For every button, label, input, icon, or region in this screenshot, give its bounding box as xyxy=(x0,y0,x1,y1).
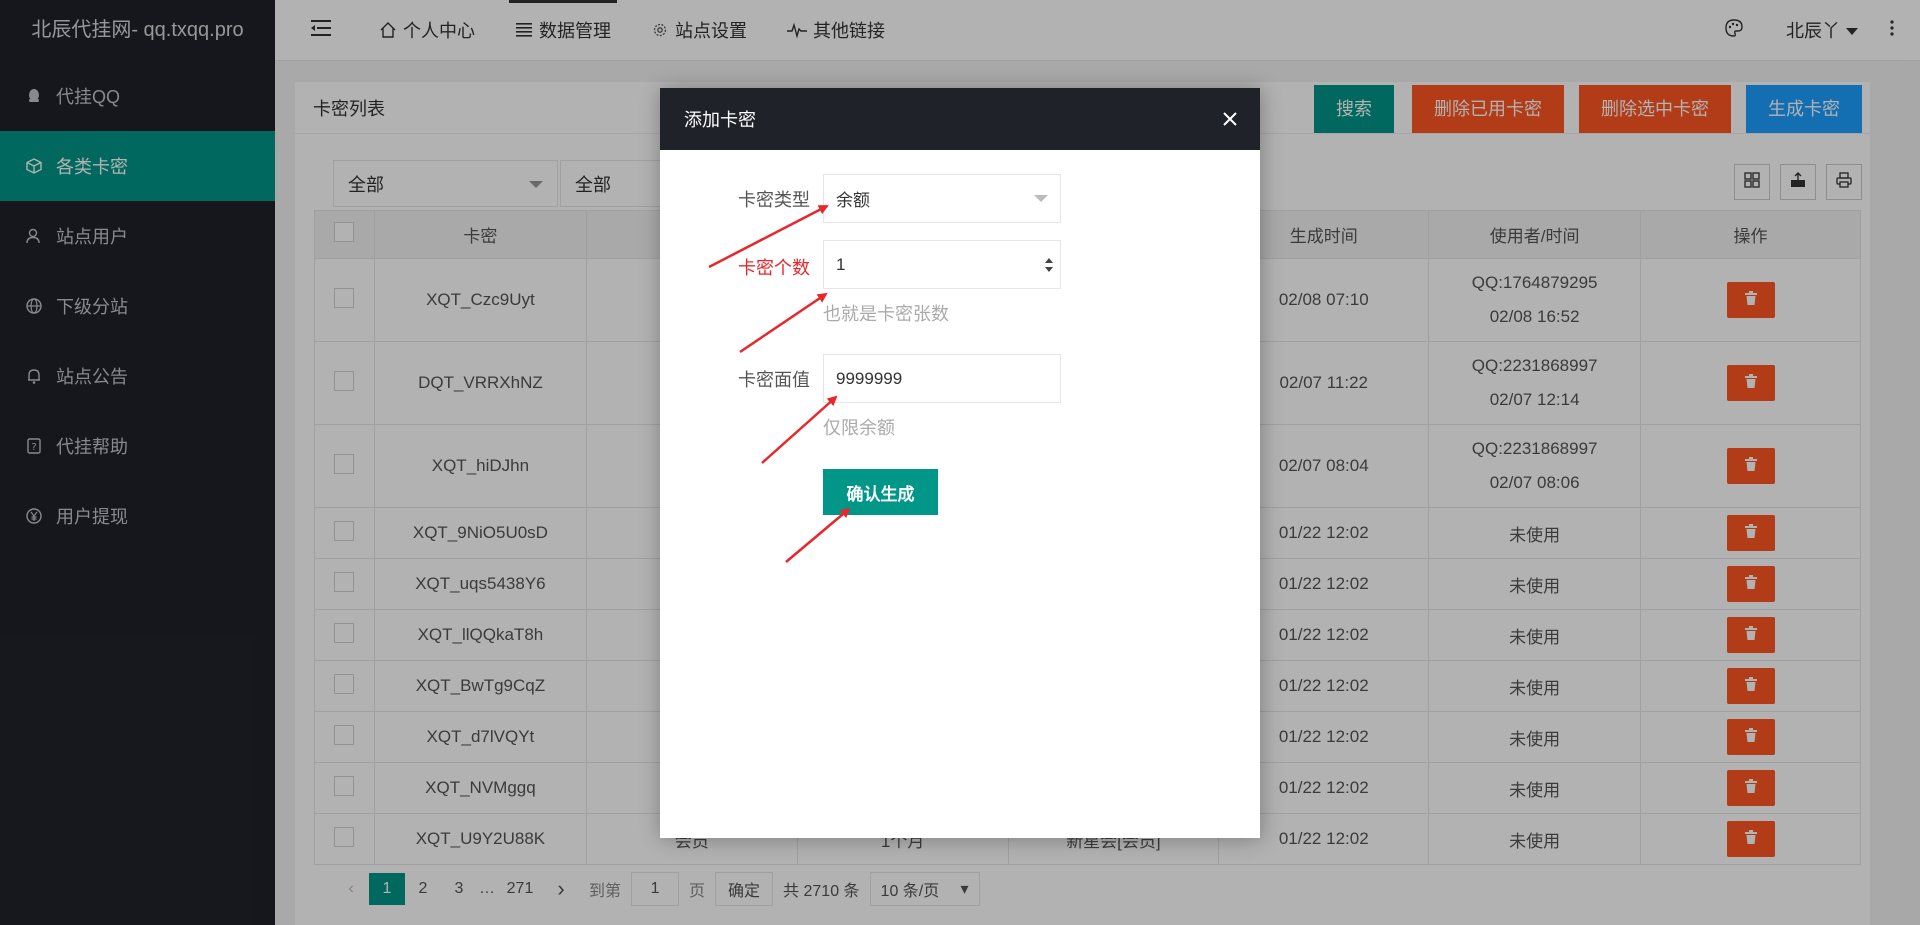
arrow-annotation xyxy=(708,204,829,269)
arrow-annotation xyxy=(761,395,838,464)
annotation-arrows xyxy=(708,204,851,563)
arrow-annotation xyxy=(739,292,828,354)
arrow-annotation xyxy=(785,507,851,563)
